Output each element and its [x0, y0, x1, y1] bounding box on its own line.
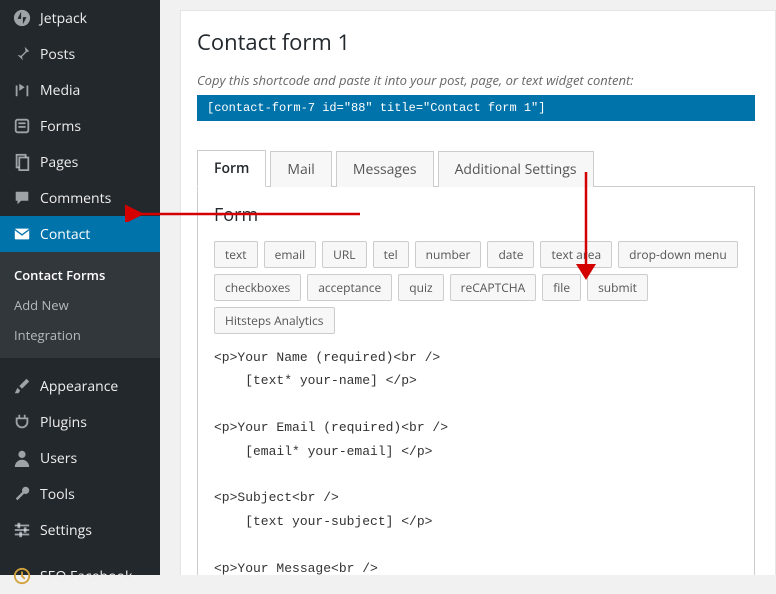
- tag-number[interactable]: number: [415, 241, 482, 268]
- user-icon: [12, 448, 32, 468]
- menu-label: Pages: [40, 153, 78, 172]
- page-title: Contact form 1: [197, 19, 755, 71]
- menu-label: Plugins: [40, 413, 87, 432]
- pin-icon: [12, 44, 32, 64]
- tab-messages[interactable]: Messages: [336, 151, 434, 187]
- tab-mail[interactable]: Mail: [270, 151, 331, 187]
- shortcode-help: Copy this shortcode and paste it into yo…: [197, 71, 755, 89]
- menu-media[interactable]: Media: [0, 72, 160, 108]
- main-content: Contact form 1 Copy this shortcode and p…: [160, 0, 776, 575]
- menu-label: Tools: [40, 485, 75, 504]
- tag-email[interactable]: email: [264, 241, 317, 268]
- menu-label: SEO Facebook: [40, 567, 132, 586]
- menu-tools[interactable]: Tools: [0, 476, 160, 512]
- tag-quiz[interactable]: quiz: [398, 274, 443, 301]
- tag-generator-row: textemailURL telnumberdatetext areadrop-d…: [214, 241, 738, 334]
- submenu-integration[interactable]: Integration: [0, 320, 160, 350]
- menu-seo-facebook[interactable]: SEO Facebook: [0, 558, 160, 594]
- admin-sidebar: Jetpack Posts Media Forms Pages Comments Conta…: [0, 0, 160, 575]
- menu-settings[interactable]: Settings: [0, 512, 160, 548]
- form-panel: Contact form 1 Copy this shortcode and p…: [180, 10, 776, 575]
- tag-url[interactable]: URL: [322, 241, 366, 268]
- jetpack-icon: [12, 8, 32, 28]
- menu-forms[interactable]: Forms: [0, 108, 160, 144]
- menu-label: Jetpack: [40, 9, 87, 28]
- tag-file[interactable]: file: [542, 274, 581, 301]
- tag-acceptance[interactable]: acceptance: [307, 274, 392, 301]
- tag-recaptcha[interactable]: reCAPTCHA: [450, 274, 537, 301]
- tag-hitsteps-analytics[interactable]: Hitsteps Analytics: [214, 307, 335, 334]
- menu-label: Forms: [40, 117, 81, 136]
- plug-icon: [12, 412, 32, 432]
- submenu-add-new[interactable]: Add New: [0, 290, 160, 320]
- tag-submit[interactable]: submit: [587, 274, 648, 301]
- submenu-contact: Contact FormsAdd NewIntegration: [0, 252, 160, 358]
- menu-users[interactable]: Users: [0, 440, 160, 476]
- menu-label: Appearance: [40, 377, 118, 396]
- mail-icon: [12, 224, 32, 244]
- menu-plugins[interactable]: Plugins: [0, 404, 160, 440]
- menu-comments[interactable]: Comments: [0, 180, 160, 216]
- tag-date[interactable]: date: [487, 241, 534, 268]
- submenu-contact-forms[interactable]: Contact Forms: [0, 260, 160, 290]
- brush-icon: [12, 376, 32, 396]
- tag-drop-down-menu[interactable]: drop-down menu: [618, 241, 738, 268]
- menu-label: Contact: [40, 225, 90, 244]
- tag-text[interactable]: text: [214, 241, 258, 268]
- menu-label: Settings: [40, 521, 92, 540]
- menu-label: Media: [40, 81, 80, 100]
- menu-jetpack[interactable]: Jetpack: [0, 0, 160, 36]
- menu-posts[interactable]: Posts: [0, 36, 160, 72]
- form-tab-panel: Form textemailURL telnumberdatetext aread…: [197, 187, 755, 575]
- tag-tel[interactable]: tel: [373, 241, 409, 268]
- tab-additional-settings[interactable]: Additional Settings: [438, 151, 594, 187]
- menu-label: Comments: [40, 189, 111, 208]
- menu-label: Users: [40, 449, 77, 468]
- seo-icon: [12, 566, 32, 586]
- pages-icon: [12, 152, 32, 172]
- tag-text-area[interactable]: text area: [540, 241, 612, 268]
- tab-form[interactable]: Form: [197, 150, 266, 187]
- form-heading: Form: [214, 203, 738, 227]
- form-code-textarea[interactable]: <p>Your Name (required)<br /> [text* you…: [214, 346, 738, 575]
- menu-pages[interactable]: Pages: [0, 144, 160, 180]
- sliders-icon: [12, 520, 32, 540]
- wrench-icon: [12, 484, 32, 504]
- forms-icon: [12, 116, 32, 136]
- menu-appearance[interactable]: Appearance: [0, 368, 160, 404]
- media-icon: [12, 80, 32, 100]
- comment-icon: [12, 188, 32, 208]
- tabs: FormMailMessagesAdditional Settings: [197, 149, 755, 187]
- menu-contact[interactable]: Contact: [0, 216, 160, 252]
- tag-checkboxes[interactable]: checkboxes: [214, 274, 301, 301]
- menu-label: Posts: [40, 45, 75, 64]
- shortcode-box[interactable]: [contact-form-7 id="88" title="Contact f…: [197, 95, 755, 121]
